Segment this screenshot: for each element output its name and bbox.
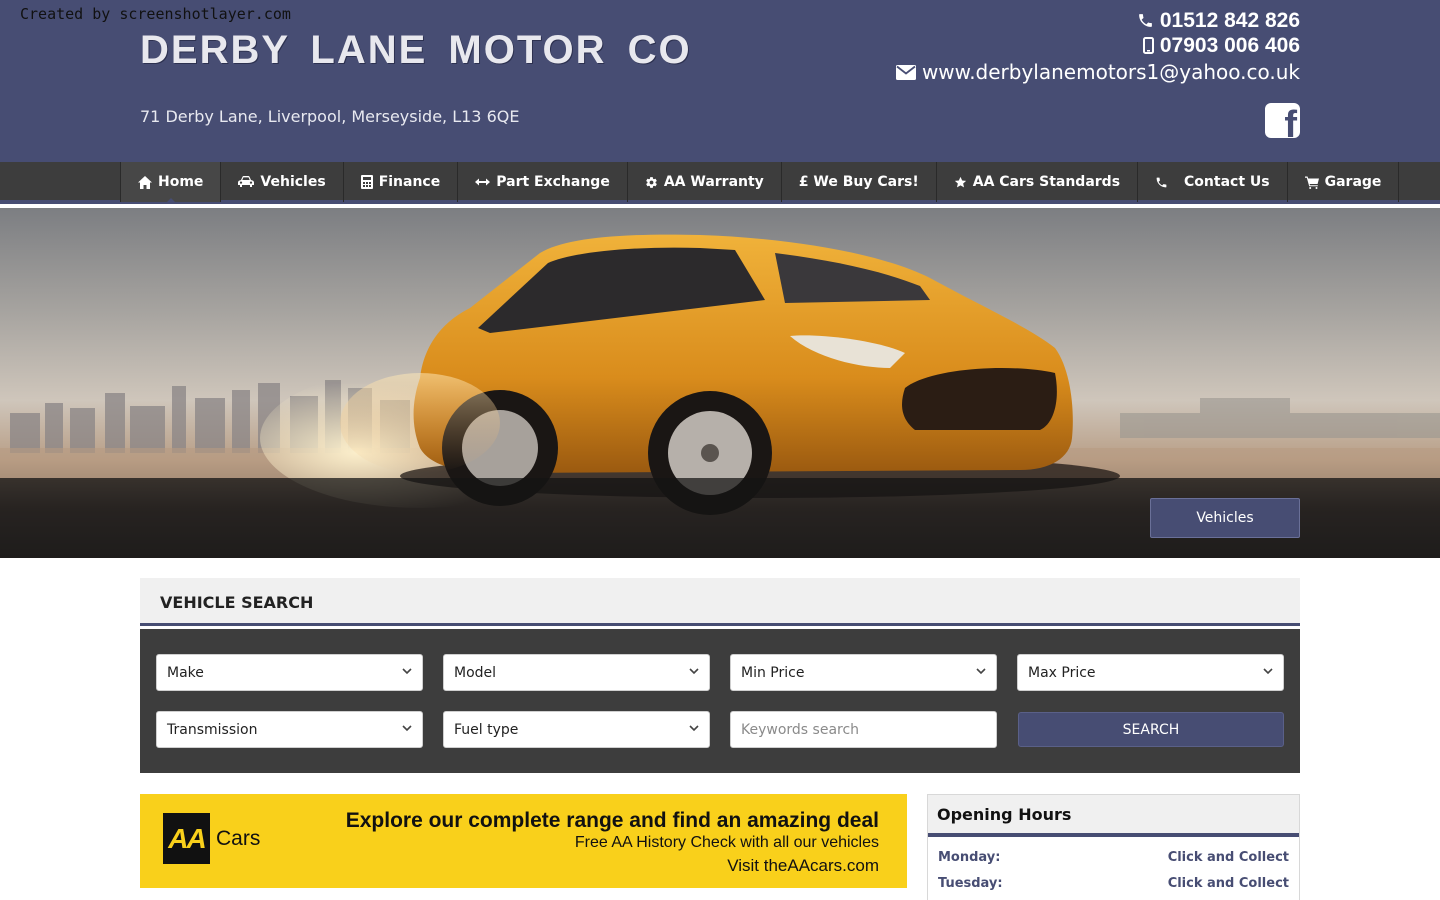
hours-day: Tuesday: — [938, 876, 1003, 891]
nav-item-part-exchange[interactable]: Part Exchange — [458, 162, 628, 202]
star-icon — [954, 176, 966, 187]
search-button[interactable]: SEARCH — [1018, 712, 1284, 747]
nav-label-finance: Finance — [378, 174, 441, 190]
opening-hours-header: Opening Hours — [928, 795, 1299, 837]
hours-day: Monday: — [938, 850, 1001, 865]
nav-item-contact-us[interactable]: Contact Us — [1138, 162, 1288, 202]
transmission-select[interactable]: Transmission — [156, 711, 423, 748]
dealer-address: 71 Derby Lane, Liverpool, Merseyside, L1… — [140, 107, 520, 126]
aa-banner-subline: Free AA History Check with all our vehic… — [574, 834, 879, 851]
min-price-select[interactable]: Min Price — [730, 654, 997, 691]
email-line[interactable]: www.derbylanemotors1@yahoo.co.uk — [895, 58, 1300, 86]
nav-label-aa-cars-standards: AA Cars Standards — [972, 174, 1121, 190]
site-header: DERBY LANE MOTOR CO 71 Derby Lane, Liver… — [0, 0, 1440, 162]
phone-number-1: 01512 842 826 — [1159, 8, 1300, 32]
nav-item-aa-warranty[interactable]: AA Warranty — [628, 162, 782, 202]
phone-icon — [1156, 177, 1167, 187]
hours-row-monday: Monday: Click and Collect — [928, 843, 1299, 869]
aa-cars-banner[interactable]: AA Cars Explore our complete range and f… — [140, 794, 907, 888]
calculator-icon — [360, 175, 373, 189]
nav-label-aa-warranty: AA Warranty — [663, 174, 764, 190]
nav-item-aa-cars-standards[interactable]: AA Cars Standards — [937, 162, 1139, 202]
main-nav: Home Vehicles Finance Part Exchange AA W… — [0, 162, 1440, 204]
cart-icon — [1304, 176, 1319, 189]
chevron-down-icon — [1263, 668, 1273, 675]
nav-item-we-buy-cars[interactable]: £ We Buy Cars! — [782, 162, 937, 202]
opening-hours-title: Opening Hours — [937, 805, 1072, 824]
min-price-select-value: Min Price — [741, 664, 805, 681]
make-select[interactable]: Make — [156, 654, 423, 691]
model-select[interactable]: Model — [443, 654, 710, 691]
facebook-icon[interactable]: f — [1265, 103, 1300, 138]
phone-line-1[interactable]: 01512 842 826 — [896, 8, 1300, 33]
max-price-select[interactable]: Max Price — [1017, 654, 1284, 691]
mobile-icon — [1142, 37, 1154, 54]
nav-menu: Home Vehicles Finance Part Exchange AA W… — [120, 162, 1400, 204]
aa-banner-link-text: Visit theAAcars.com — [727, 856, 879, 875]
phone-number-2: 07903 006 406 — [1159, 33, 1300, 57]
car-icon — [238, 176, 255, 187]
phone-icon — [1138, 14, 1152, 27]
gear-icon — [646, 176, 657, 188]
hours-row-tuesday: Tuesday: Click and Collect — [928, 869, 1299, 895]
vehicle-search-header: VEHICLE SEARCH — [140, 578, 1300, 626]
nav-item-home[interactable]: Home — [120, 162, 222, 204]
nav-label-we-buy-cars: £ We Buy Cars! — [798, 174, 919, 190]
aa-banner-headline: Explore our complete range and find an a… — [345, 809, 879, 832]
site-logo[interactable]: DERBY LANE MOTOR CO — [140, 28, 692, 73]
chevron-down-icon — [689, 725, 699, 732]
hours-value: Click and Collect — [1167, 850, 1289, 865]
aa-cars-brand: Cars — [216, 827, 261, 850]
envelope-icon — [895, 64, 916, 80]
aa-logo: AA — [163, 813, 210, 864]
nav-item-vehicles[interactable]: Vehicles — [221, 162, 344, 202]
model-select-value: Model — [454, 664, 497, 681]
hero-banner: Vehicles — [0, 208, 1440, 558]
chevron-down-icon — [976, 668, 986, 675]
chevron-down-icon — [402, 668, 412, 675]
nav-label-vehicles: Vehicles — [260, 174, 326, 190]
nav-label-garage: Garage — [1324, 174, 1382, 190]
fuel-type-select[interactable]: Fuel type — [443, 711, 710, 748]
nav-label-contact-us: Contact Us — [1184, 174, 1270, 190]
vehicle-search-title: VEHICLE SEARCH — [160, 593, 314, 612]
exchange-icon — [475, 178, 491, 186]
nav-label-home: Home — [158, 174, 204, 190]
chevron-down-icon — [689, 668, 699, 675]
nav-label-part-exchange: Part Exchange — [496, 174, 610, 190]
opening-hours-panel: Opening Hours Monday: Click and Collect … — [927, 794, 1300, 900]
keywords-search-input[interactable]: Keywords search — [730, 711, 997, 748]
fuel-type-select-value: Fuel type — [454, 721, 519, 738]
email-address: www.derbylanemotors1@yahoo.co.uk — [921, 60, 1300, 84]
home-icon — [138, 175, 152, 189]
opening-hours-list: Monday: Click and Collect Tuesday: Click… — [928, 837, 1299, 895]
vehicle-search-form: Make Model Min Price Max Price Transmiss… — [140, 629, 1300, 773]
nav-item-garage[interactable]: Garage — [1288, 162, 1400, 202]
make-select-value: Make — [167, 664, 204, 681]
max-price-select-value: Max Price — [1028, 664, 1096, 681]
hours-value: Click and Collect — [1167, 876, 1289, 891]
phone-line-2[interactable]: 07903 006 406 — [896, 33, 1300, 58]
watermark-text: Created by screenshotlayer.com — [20, 5, 291, 23]
nav-item-finance[interactable]: Finance — [344, 162, 459, 202]
contact-block: 01512 842 826 07903 006 406 www.derbylan… — [895, 8, 1300, 86]
transmission-select-value: Transmission — [167, 721, 258, 738]
chevron-down-icon — [402, 725, 412, 732]
hero-vehicles-button[interactable]: Vehicles — [1150, 498, 1300, 538]
